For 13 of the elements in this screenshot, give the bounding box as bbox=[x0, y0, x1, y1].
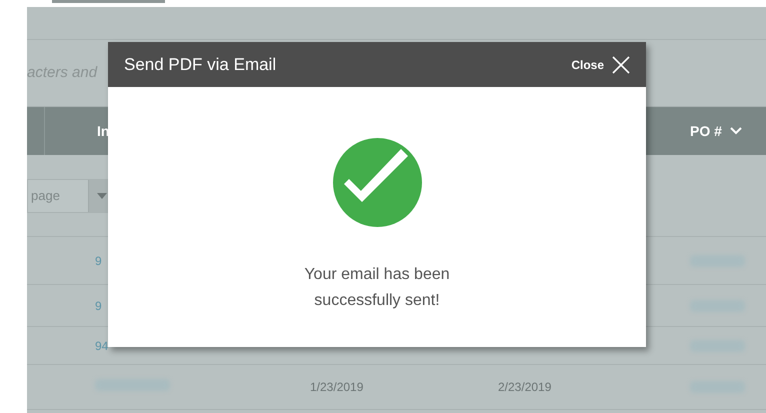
invoice-link[interactable]: 9 bbox=[95, 298, 102, 312]
column-header[interactable]: PO # bbox=[690, 120, 742, 142]
close-button[interactable]: Close bbox=[571, 56, 630, 74]
date-cell: 1/23/2019 bbox=[310, 380, 364, 394]
chevron-icon bbox=[730, 127, 742, 135]
date-cell: 2/23/2019 bbox=[498, 380, 552, 394]
invoice-link[interactable]: 94 bbox=[95, 338, 108, 352]
close-icon bbox=[612, 56, 630, 74]
invoice-link[interactable]: 9 bbox=[95, 254, 102, 268]
success-message: Your email has been successfully sent! bbox=[303, 265, 451, 311]
success-check-icon bbox=[332, 138, 422, 227]
caret-icon bbox=[96, 192, 106, 198]
modal-title: Send PDF via Email bbox=[124, 54, 278, 76]
